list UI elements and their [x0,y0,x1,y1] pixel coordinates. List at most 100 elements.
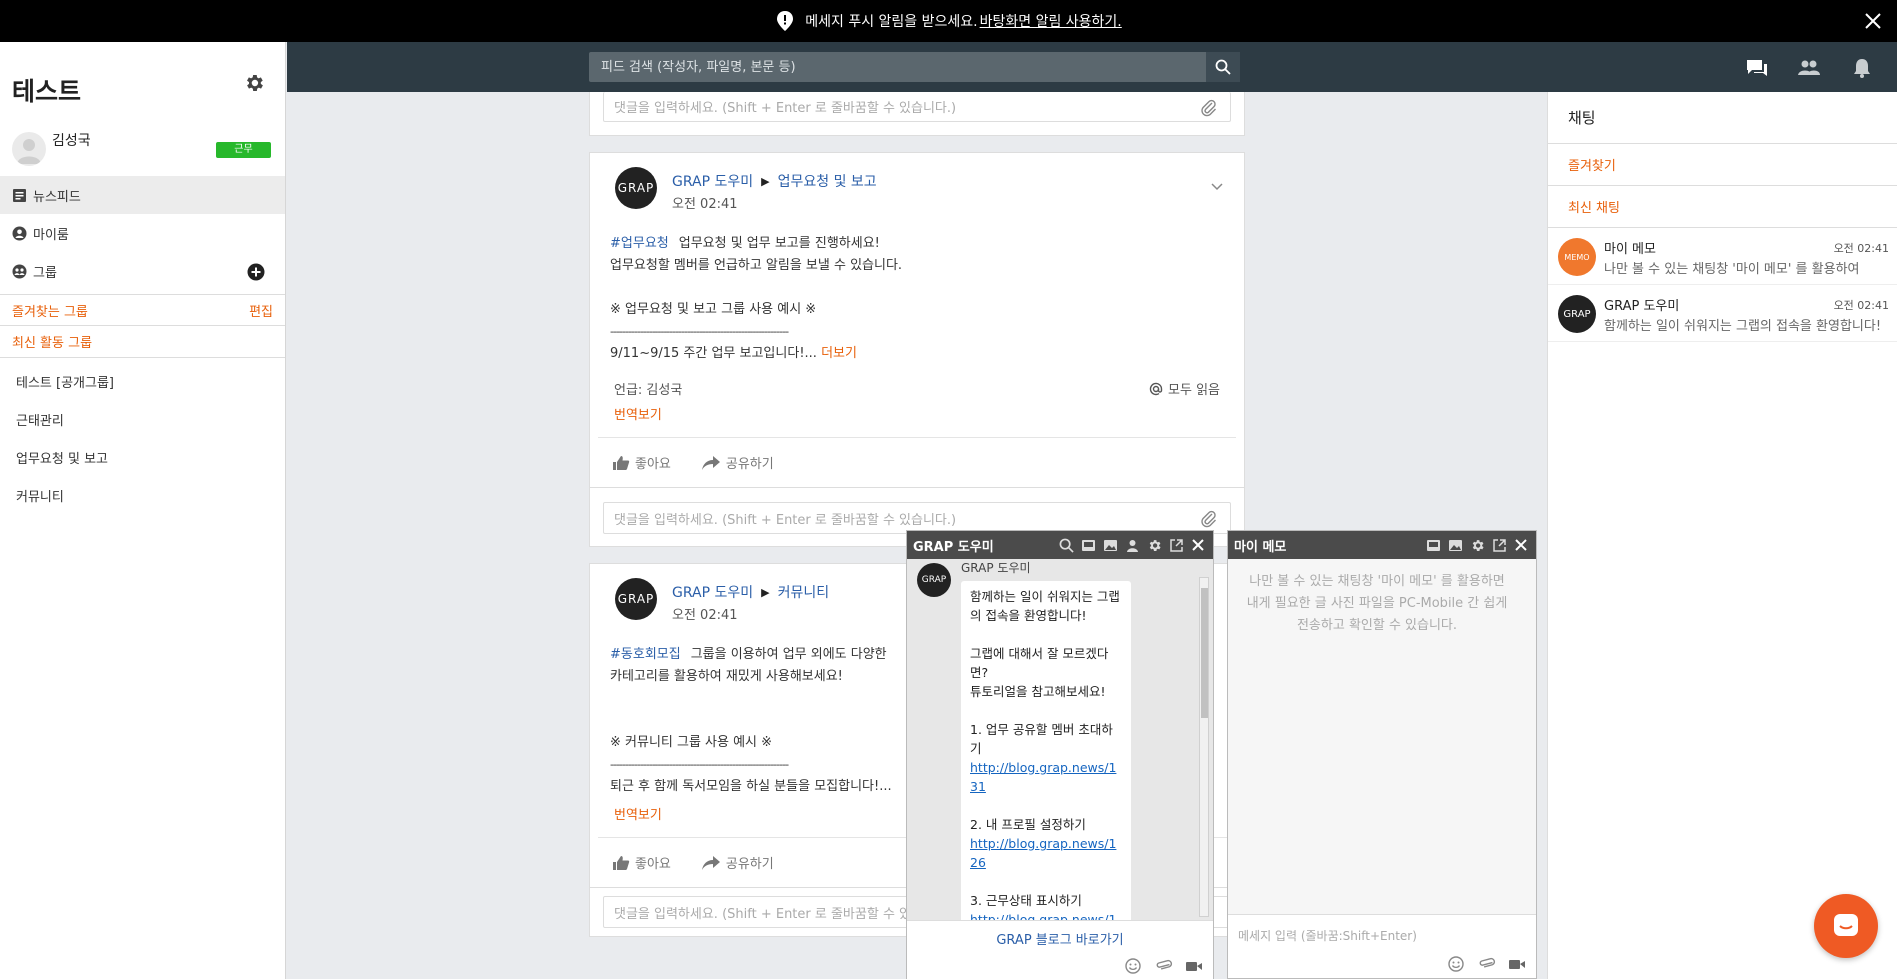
sidebar-item-group[interactable]: 그룹 [0,252,285,290]
paperclip-icon[interactable] [1200,510,1218,528]
comment-input[interactable]: 댓글을 입력하세요. (Shift + Enter 로 줄바꿈할 수 있습니다.… [603,92,1231,122]
inbox-icon[interactable] [1424,536,1442,554]
user-icon[interactable] [1123,536,1141,554]
gear-icon[interactable] [243,72,265,94]
memo-hint: 나만 볼 수 있는 채팅창 '마이 메모' 를 활용하면 내게 필요한 글 사진… [1246,574,1508,633]
share-button[interactable]: 공유하기 [701,453,774,472]
chat-favorites[interactable]: 즐겨찾기 [1548,144,1897,186]
mention-text: 언급: 김성국 [614,383,683,398]
messenger-launcher-button[interactable] [1814,894,1878,958]
close-icon[interactable] [1512,536,1530,554]
paperclip-icon[interactable] [1200,99,1218,117]
avatar: GRAP [1558,295,1596,333]
sidebar-item-label: 그룹 [33,265,57,281]
paperclip-icon[interactable] [1478,956,1496,972]
feed-search [589,52,1240,82]
status-badge[interactable]: 근무 [216,142,271,158]
emoji-icon[interactable] [1448,956,1466,972]
video-icon[interactable] [1508,956,1526,972]
all-read-label: 모두 읽음 [1168,383,1220,398]
search-icon[interactable] [1057,536,1075,554]
chat-preview: 나만 볼 수 있는 채팅창 '마이 메모' 를 활용하여 [1604,262,1860,277]
chat-list-item[interactable]: MEMO 마이 메모 오전 02:41 나만 볼 수 있는 채팅창 '마이 메모… [1548,228,1897,285]
avatar[interactable] [12,132,46,166]
members-icon[interactable] [1797,57,1821,79]
chat-messages: GRAP GRAP 도우미 함께하는 일이 쉬워지는 그랩의 접속을 환영합니다… [907,559,1213,920]
chat-panel: 채팅 즐겨찾기 최신 채팅 MEMO 마이 메모 오전 02:41 나만 볼 수… [1547,92,1897,979]
share-icon [701,855,726,871]
sidebar-nav: 뉴스피드 마이룸 그룹 [0,176,285,290]
post-author[interactable]: GRAP 도우미 [672,171,753,191]
newsfeed-icon [12,188,27,203]
chat-window-memo: 마이 메모 나만 볼 수 있는 채팅창 '마이 메모' 를 활용하면 내게 필요… [1227,530,1537,979]
post-text: 업무요청 및 업무 보고를 진행하세요! [678,236,880,251]
tutorial-link[interactable]: http://blog.grap.news/1 [970,912,1116,920]
all-read-button[interactable]: 모두 읽음 [1149,379,1220,398]
read-more-link[interactable]: 더보기 [821,346,857,361]
share-button[interactable]: 공유하기 [701,853,774,872]
avatar[interactable]: GRAP [615,578,657,620]
grap-blog-link[interactable]: GRAP 블로그 바로가기 [907,929,1213,948]
like-button[interactable]: 좋아요 [612,453,671,472]
hashtag-link[interactable]: #동호회모집 [610,647,681,662]
chat-icon[interactable] [1745,57,1769,79]
avatar: GRAP [917,563,951,597]
popout-icon[interactable] [1490,536,1508,554]
video-icon[interactable] [1185,958,1203,974]
list-item[interactable]: 근태관리 [0,400,285,438]
message-text: 3. 근무상태 표시하기 [970,893,1082,908]
translate-link[interactable]: 번역보기 [590,398,1244,437]
avatar[interactable]: GRAP [615,167,657,209]
edit-favorites-button[interactable]: 편집 [249,301,273,320]
image-icon[interactable] [1446,536,1464,554]
list-item[interactable]: 테스트 [공개그룹] [0,362,285,400]
favorite-groups-label: 즐겨찾는 그룹 [12,304,88,320]
enable-desktop-notification-link[interactable]: 바탕화면 알림 사용하기. [980,11,1122,31]
chat-recent[interactable]: 최신 채팅 [1548,186,1897,228]
thumbs-up-icon [612,455,635,471]
like-button[interactable]: 좋아요 [612,853,671,872]
sidebar-item-label: 뉴스피드 [33,189,81,205]
list-item[interactable]: 커뮤니티 [0,476,285,514]
chevron-down-icon[interactable] [1210,179,1224,193]
post-text: 9/11~9/15 주간 업무 보고입니다!... [610,346,817,361]
top-header [287,42,1897,92]
gear-icon[interactable] [1468,536,1486,554]
scrollbar-thumb[interactable] [1201,588,1208,718]
post-group[interactable]: 커뮤니티 [778,582,830,602]
post-actions: 좋아요 공유하기 [598,437,1236,487]
image-icon[interactable] [1101,536,1119,554]
search-icon[interactable] [1206,52,1240,82]
search-input[interactable] [589,52,1209,82]
sidebar-item-myroom[interactable]: 마이룸 [0,214,285,252]
close-icon[interactable] [1189,536,1207,554]
banner-message: 메세지 푸시 알림을 받으세요. [805,14,978,30]
scrollbar[interactable] [1199,577,1209,917]
paperclip-icon[interactable] [1155,958,1173,974]
popout-icon[interactable] [1167,536,1185,554]
tutorial-link[interactable]: http://blog.grap.news/126 [970,836,1116,870]
list-item[interactable]: 업무요청 및 보고 [0,438,285,476]
emoji-icon[interactable] [1125,958,1143,974]
chat-bubble-icon [1831,911,1861,941]
comment-placeholder: 댓글을 입력하세요. (Shift + Enter 로 줄바꿈할 수 있습니다.… [614,101,957,116]
tutorial-link[interactable]: http://blog.grap.news/131 [970,760,1116,794]
add-group-icon[interactable] [247,263,265,281]
at-icon [1149,382,1163,396]
chat-window-title: GRAP 도우미 [913,539,994,555]
chat-window-header: 마이 메모 [1228,531,1536,559]
message-text: 2. 내 프로필 설정하기 [970,817,1086,832]
sidebar-item-newsfeed[interactable]: 뉴스피드 [0,176,285,214]
post-author[interactable]: GRAP 도우미 [672,582,753,602]
hashtag-link[interactable]: #업무요청 [610,236,669,251]
bell-icon[interactable] [1850,57,1874,79]
close-icon[interactable] [1863,11,1883,31]
comment-placeholder: 댓글을 입력하세요. (Shift + Enter 로 줄바꿈할 수 있습니다.… [614,512,957,528]
chat-list-item[interactable]: GRAP GRAP 도우미 오전 02:41 함께하는 일이 쉬워지는 그랩의 … [1548,285,1897,342]
post-group[interactable]: 업무요청 및 보고 [778,171,877,191]
inbox-icon[interactable] [1079,536,1097,554]
sender-name: GRAP 도우미 [961,561,1031,575]
gear-icon[interactable] [1145,536,1163,554]
chat-name: GRAP 도우미 [1604,299,1680,314]
message-input[interactable]: 메세지 입력 (줄바꿈:Shift+Enter) [1228,914,1536,978]
